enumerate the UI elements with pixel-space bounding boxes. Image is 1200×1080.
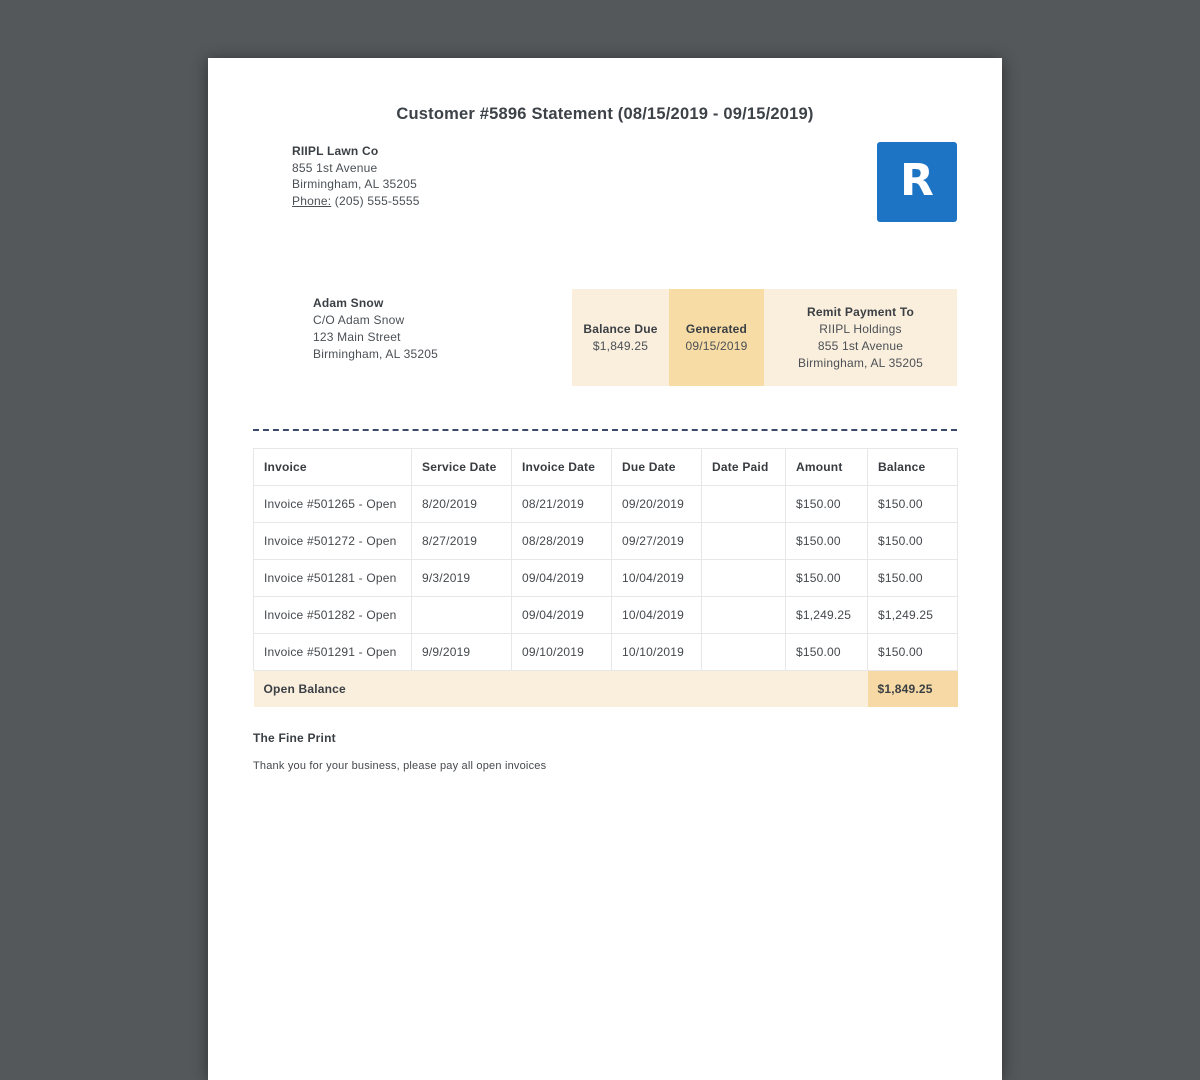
- statement-summary-box: Balance Due $1,849.25 Generated 09/15/20…: [572, 289, 957, 386]
- table-row: Invoice #501265 - Open8/20/201908/21/201…: [254, 486, 958, 523]
- company-address-line2: Birmingham, AL 35205: [292, 176, 420, 193]
- table-cell: 09/20/2019: [612, 486, 702, 523]
- table-cell: [702, 523, 786, 560]
- company-address-block: RIIPL Lawn Co 855 1st Avenue Birmingham,…: [292, 143, 420, 209]
- table-row: Invoice #501281 - Open9/3/201909/04/2019…: [254, 560, 958, 597]
- generated-cell: Generated 09/15/2019: [669, 289, 764, 386]
- invoice-table-footer: Open Balance $1,849.25: [254, 671, 958, 708]
- table-row: Invoice #501272 - Open8/27/201908/28/201…: [254, 523, 958, 560]
- table-cell: [412, 597, 512, 634]
- col-header-service-date: Service Date: [412, 449, 512, 486]
- table-cell: 9/3/2019: [412, 560, 512, 597]
- table-cell: Invoice #501281 - Open: [254, 560, 412, 597]
- table-cell: $150.00: [786, 523, 868, 560]
- table-cell: Invoice #501282 - Open: [254, 597, 412, 634]
- company-name: RIIPL Lawn Co: [292, 143, 420, 160]
- customer-name: Adam Snow: [313, 295, 438, 312]
- dashed-separator: [253, 429, 957, 431]
- fine-print-message: Thank you for your business, please pay …: [253, 760, 546, 772]
- invoice-table-header: Invoice Service Date Invoice Date Due Da…: [254, 449, 958, 486]
- col-header-invoice: Invoice: [254, 449, 412, 486]
- table-cell: [702, 597, 786, 634]
- remit-name: RIIPL Holdings: [768, 321, 953, 338]
- remit-label: Remit Payment To: [768, 304, 953, 321]
- table-cell: $150.00: [868, 486, 958, 523]
- remit-city: Birmingham, AL 35205: [768, 355, 953, 372]
- header-row: Invoice Service Date Invoice Date Due Da…: [254, 449, 958, 486]
- open-balance-row: Open Balance $1,849.25: [254, 671, 958, 708]
- col-header-balance: Balance: [868, 449, 958, 486]
- customer-care-of: C/O Adam Snow: [313, 312, 438, 329]
- table-cell: $150.00: [786, 634, 868, 671]
- generated-value: 09/15/2019: [673, 338, 760, 355]
- table-cell: $150.00: [868, 634, 958, 671]
- company-phone-line: Phone: (205) 555-5555: [292, 193, 420, 210]
- open-balance-label: Open Balance: [254, 671, 868, 708]
- remit-payment-cell: Remit Payment To RIIPL Holdings 855 1st …: [764, 289, 957, 386]
- table-cell: 8/20/2019: [412, 486, 512, 523]
- open-balance-value: $1,849.25: [868, 671, 958, 708]
- table-cell: [702, 560, 786, 597]
- table-cell: Invoice #501291 - Open: [254, 634, 412, 671]
- customer-city: Birmingham, AL 35205: [313, 346, 438, 363]
- page-title: Customer #5896 Statement (08/15/2019 - 0…: [208, 105, 1002, 124]
- table-row: Invoice #501282 - Open 09/04/201910/04/20…: [254, 597, 958, 634]
- table-cell: 9/9/2019: [412, 634, 512, 671]
- table-cell: 10/10/2019: [612, 634, 702, 671]
- col-header-due-date: Due Date: [612, 449, 702, 486]
- generated-label: Generated: [673, 321, 760, 338]
- statement-page: Customer #5896 Statement (08/15/2019 - 0…: [208, 58, 1002, 1080]
- col-header-date-paid: Date Paid: [702, 449, 786, 486]
- table-cell: 09/10/2019: [512, 634, 612, 671]
- balance-due-cell: Balance Due $1,849.25: [572, 289, 669, 386]
- customer-street: 123 Main Street: [313, 329, 438, 346]
- phone-number: (205) 555-5555: [335, 194, 420, 208]
- table-row: Invoice #501291 - Open9/9/201909/10/2019…: [254, 634, 958, 671]
- table-cell: 09/04/2019: [512, 560, 612, 597]
- table-cell: 09/04/2019: [512, 597, 612, 634]
- remit-street: 855 1st Avenue: [768, 338, 953, 355]
- table-cell: $150.00: [786, 486, 868, 523]
- balance-due-label: Balance Due: [576, 321, 665, 338]
- table-cell: Invoice #501272 - Open: [254, 523, 412, 560]
- invoice-table-body: Invoice #501265 - Open8/20/201908/21/201…: [254, 486, 958, 671]
- fine-print-heading: The Fine Print: [253, 731, 336, 745]
- col-header-invoice-date: Invoice Date: [512, 449, 612, 486]
- table-cell: 08/28/2019: [512, 523, 612, 560]
- table-cell: 09/27/2019: [612, 523, 702, 560]
- table-cell: Invoice #501265 - Open: [254, 486, 412, 523]
- table-cell: 10/04/2019: [612, 597, 702, 634]
- invoice-table: Invoice Service Date Invoice Date Due Da…: [253, 448, 958, 707]
- company-logo: R: [877, 142, 957, 222]
- table-cell: $150.00: [868, 523, 958, 560]
- table-cell: $1,249.25: [868, 597, 958, 634]
- customer-address-block: Adam Snow C/O Adam Snow 123 Main Street …: [313, 295, 438, 363]
- logo-letter: R: [900, 155, 934, 206]
- col-header-amount: Amount: [786, 449, 868, 486]
- table-cell: $150.00: [786, 560, 868, 597]
- table-cell: $150.00: [868, 560, 958, 597]
- company-address-line1: 855 1st Avenue: [292, 160, 420, 177]
- balance-due-value: $1,849.25: [576, 338, 665, 355]
- table-cell: $1,249.25: [786, 597, 868, 634]
- table-cell: 8/27/2019: [412, 523, 512, 560]
- table-cell: 08/21/2019: [512, 486, 612, 523]
- table-cell: [702, 634, 786, 671]
- table-cell: [702, 486, 786, 523]
- table-cell: 10/04/2019: [612, 560, 702, 597]
- phone-label: Phone:: [292, 194, 331, 208]
